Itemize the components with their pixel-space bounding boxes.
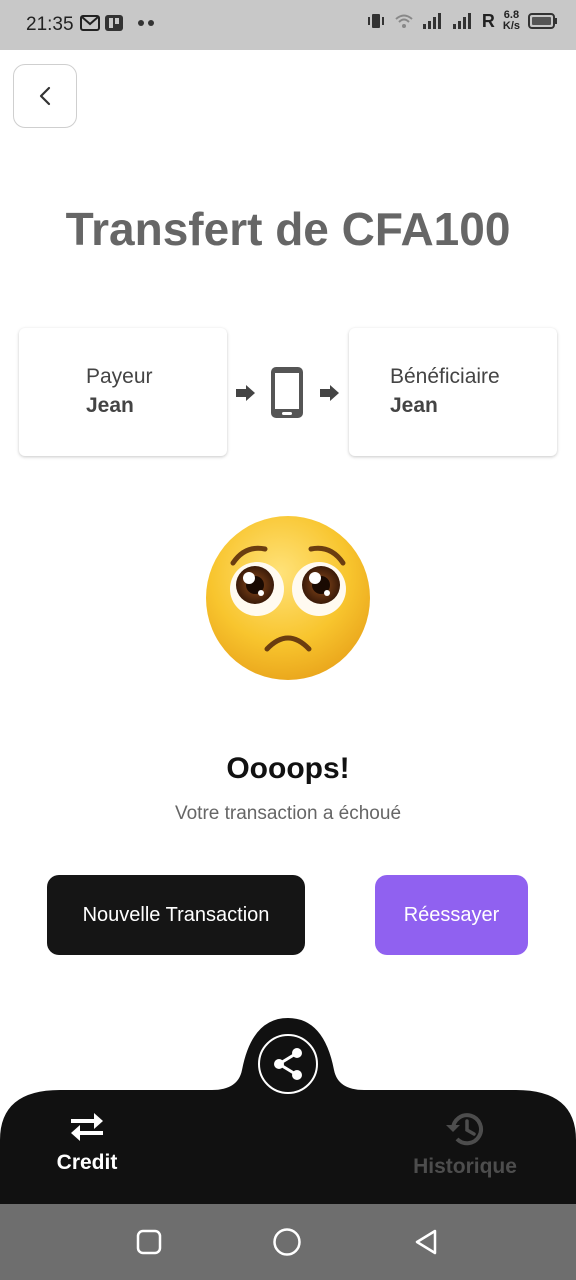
payer-card: Payeur Jean bbox=[19, 328, 227, 456]
page-title: Transfert de CFA100 bbox=[65, 203, 511, 255]
beneficiary-name: Jean bbox=[390, 394, 438, 417]
arrow-right-icon bbox=[236, 385, 255, 401]
beneficiary-card: Bénéficiaire Jean bbox=[349, 328, 557, 456]
more-notifications-icon bbox=[138, 20, 154, 26]
payer-name: Jean bbox=[86, 394, 134, 417]
arrow-right-icon bbox=[320, 385, 339, 401]
signal-icon-1 bbox=[422, 13, 441, 29]
status-right: R 6.8 K/s bbox=[366, 10, 558, 32]
battery-icon bbox=[528, 13, 557, 29]
back-triangle-icon[interactable] bbox=[413, 1228, 441, 1256]
share-icon bbox=[274, 1048, 302, 1080]
home-icon[interactable] bbox=[272, 1227, 302, 1257]
nav-item-history[interactable]: Historique bbox=[390, 1110, 540, 1179]
status-bar: 21:35 R 6.8 K/s bbox=[0, 0, 576, 50]
chevron-left-icon bbox=[39, 86, 51, 106]
wifi-icon bbox=[395, 14, 413, 28]
back-button[interactable] bbox=[13, 64, 77, 128]
nav-history-label: Historique bbox=[413, 1155, 517, 1178]
system-navigation-bar bbox=[0, 1204, 576, 1280]
recent-apps-icon[interactable] bbox=[136, 1229, 162, 1255]
network-speed-unit: K/s bbox=[502, 20, 520, 32]
nav-item-credit[interactable]: Credit bbox=[12, 1110, 162, 1175]
status-time: 21:35 bbox=[26, 14, 74, 35]
swap-arrows-icon bbox=[71, 1113, 103, 1141]
beneficiary-role: Bénéficiaire bbox=[390, 365, 500, 388]
pleading-face-emoji bbox=[206, 516, 370, 680]
notification-icons bbox=[80, 14, 158, 32]
error-heading: Oooops! bbox=[226, 752, 350, 785]
new-transaction-button[interactable]: Nouvelle Transaction bbox=[47, 875, 305, 955]
nav-credit-label: Credit bbox=[56, 1151, 118, 1174]
transfer-flow-graphic bbox=[236, 367, 339, 418]
vibrate-icon bbox=[367, 14, 384, 28]
history-icon bbox=[446, 1113, 483, 1146]
share-button[interactable] bbox=[258, 1034, 318, 1094]
retry-button[interactable]: Réessayer bbox=[375, 875, 528, 955]
payer-role: Payeur bbox=[86, 365, 153, 388]
phone-icon bbox=[271, 367, 303, 418]
error-message: Votre transaction a échoué bbox=[174, 803, 402, 824]
app-notification-icon bbox=[105, 15, 123, 31]
signal-icon-2 bbox=[452, 13, 471, 29]
gmail-icon bbox=[80, 15, 100, 31]
roaming-indicator: R bbox=[481, 10, 495, 31]
network-speed: 6.8 K/s bbox=[503, 10, 520, 32]
